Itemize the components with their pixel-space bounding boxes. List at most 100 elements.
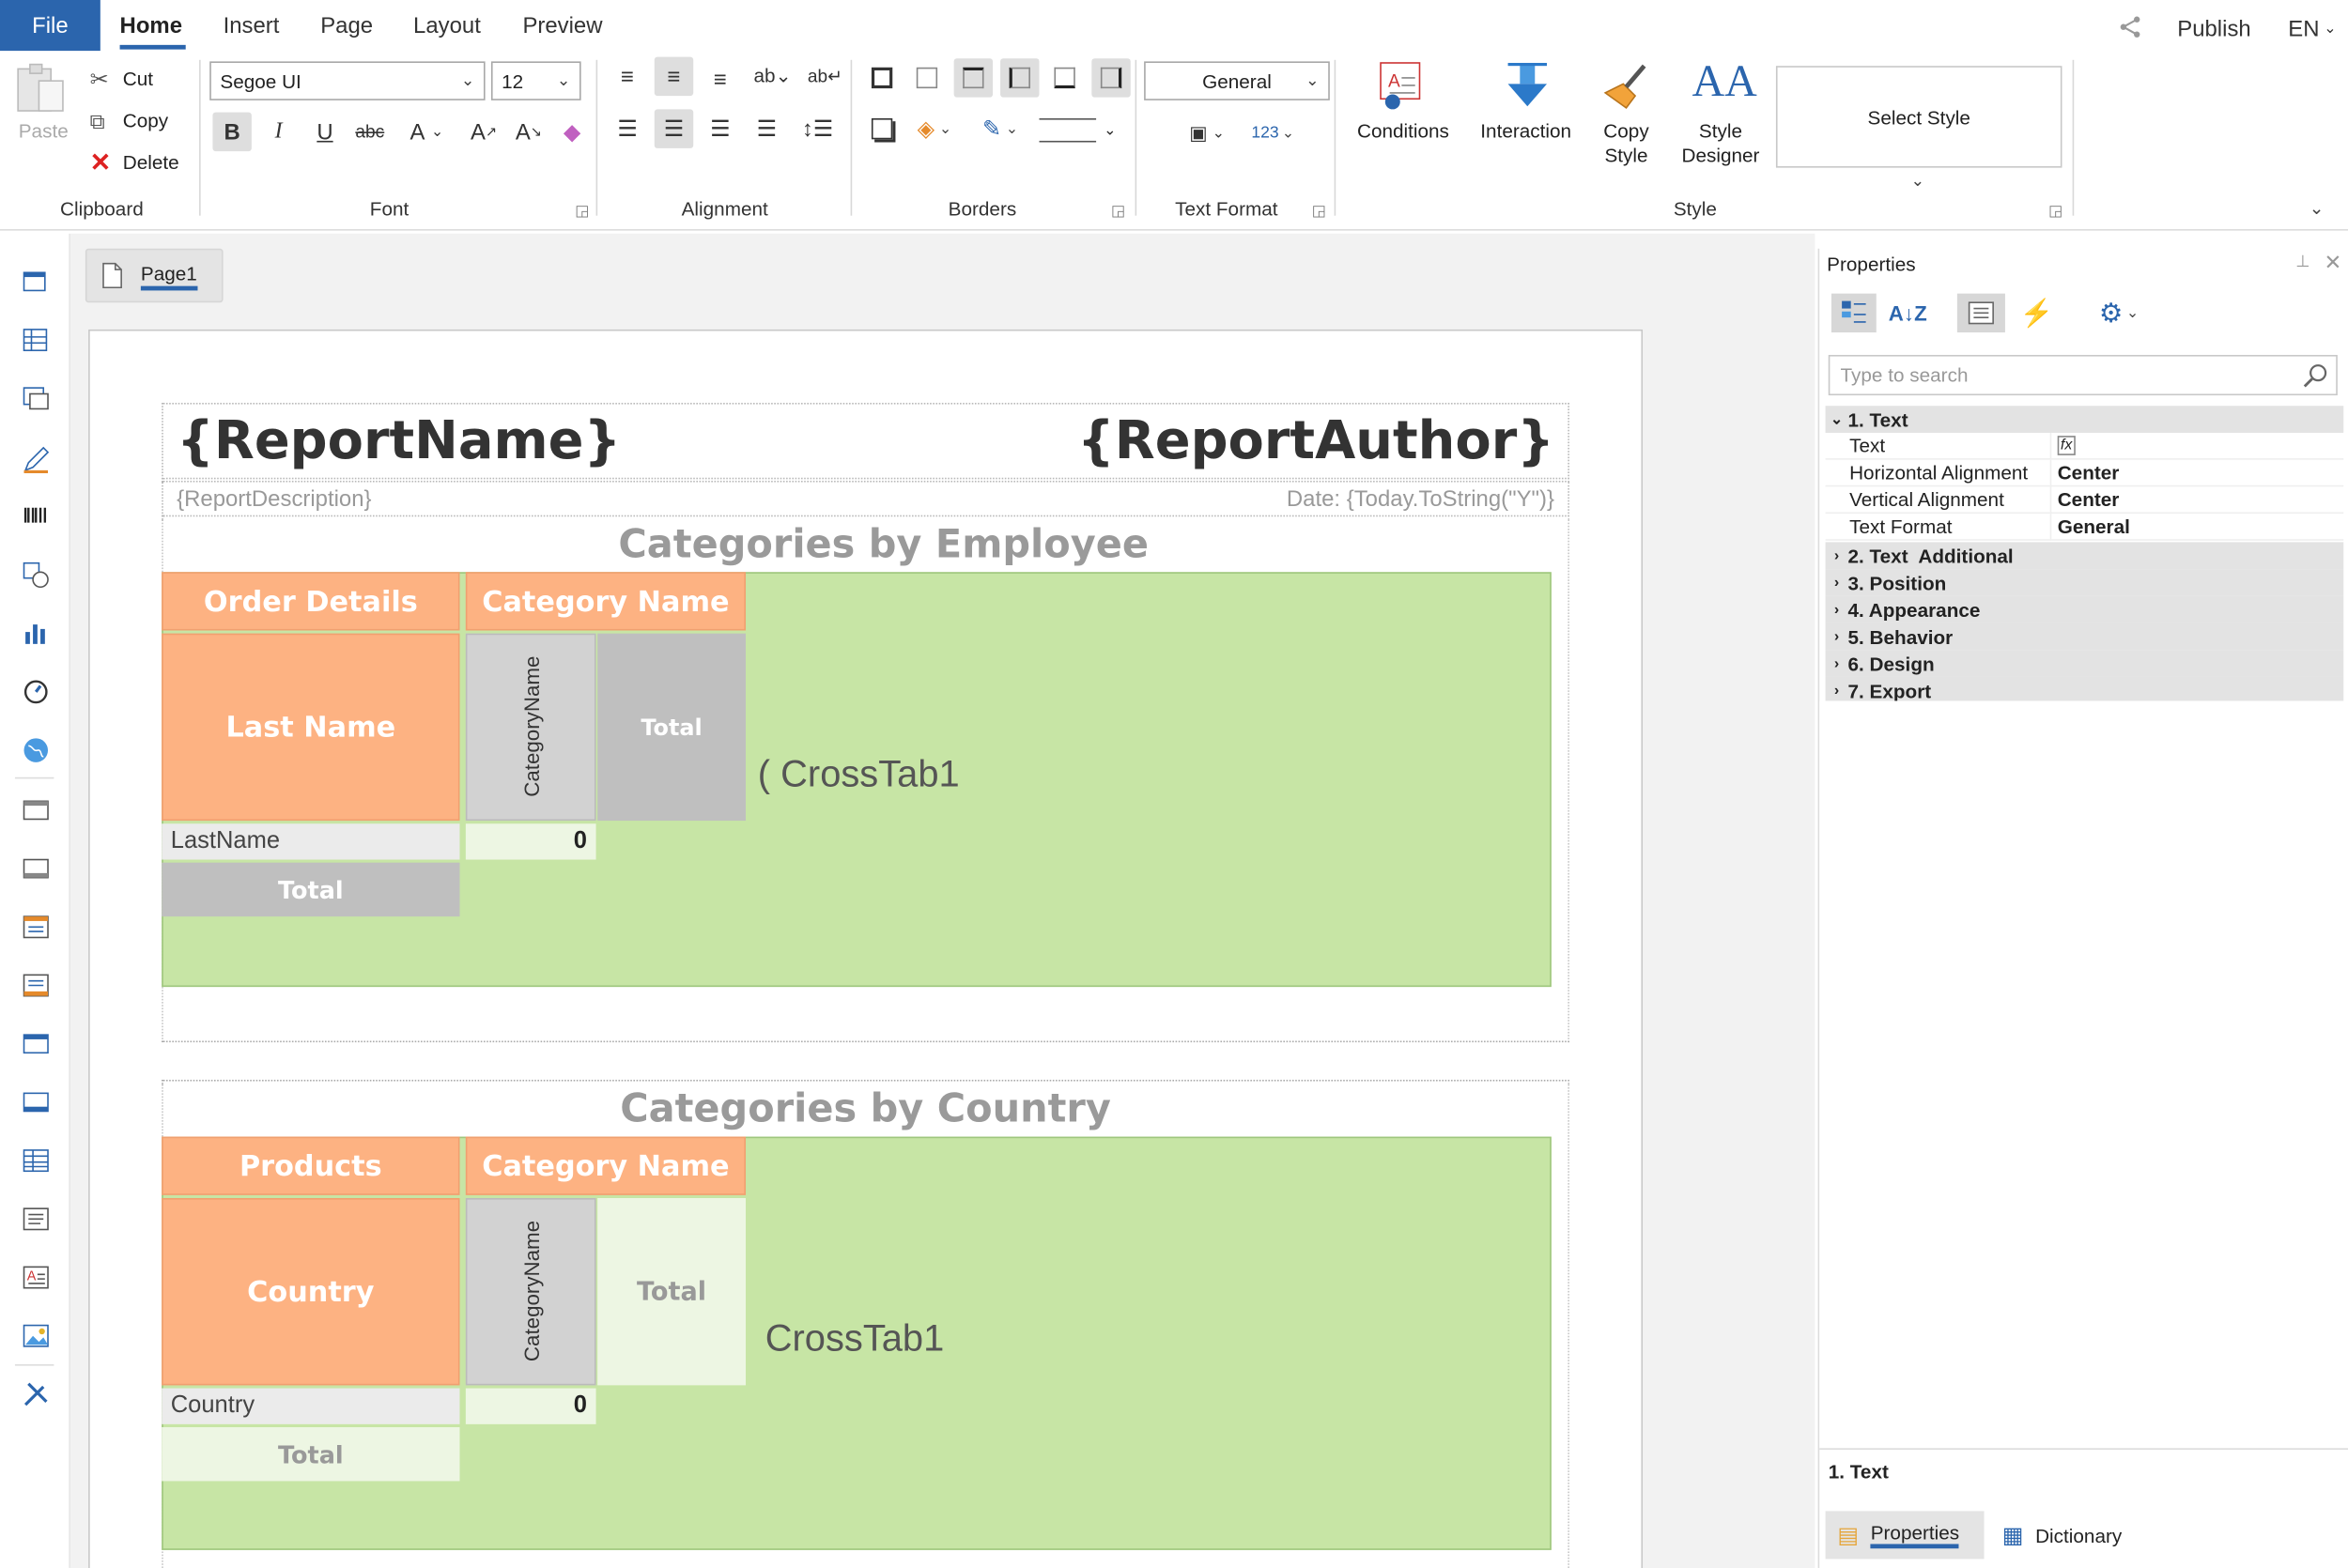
- font-family-select[interactable]: Segoe UI ⌄: [209, 61, 486, 100]
- crosstab-row-total[interactable]: Total: [162, 1427, 460, 1482]
- property-category-appearance[interactable]: › 4. Appearance: [1825, 595, 2344, 623]
- gear-icon[interactable]: ⚙ ⌄: [2089, 294, 2149, 332]
- align-middle-icon[interactable]: ≡: [654, 56, 694, 97]
- eraser-icon[interactable]: ◆: [552, 113, 591, 151]
- property-view-icon[interactable]: [1956, 293, 2005, 333]
- dialog-launcher-icon[interactable]: ◲: [1111, 204, 1125, 221]
- property-category-export[interactable]: › 7. Export: [1825, 676, 2344, 704]
- tab-properties[interactable]: ▤ Properties: [1825, 1511, 1985, 1560]
- tab-layout[interactable]: Layout: [413, 0, 481, 51]
- number-format-icon[interactable]: 123 ⌄: [1246, 114, 1300, 152]
- language-selector[interactable]: EN ⌄: [2288, 3, 2336, 54]
- align-justify-icon[interactable]: ☰: [748, 109, 786, 147]
- data-band-icon[interactable]: [18, 382, 54, 415]
- text-icon[interactable]: [18, 1203, 54, 1236]
- conditions-button[interactable]: A Conditions: [1348, 57, 1459, 168]
- property-value[interactable]: Center: [2049, 486, 2344, 515]
- publish-button[interactable]: Publish: [2177, 3, 2250, 54]
- categorized-view-icon[interactable]: [1831, 293, 1877, 333]
- chevron-down-icon[interactable]: ⌄: [1910, 171, 1924, 190]
- grow-font-button[interactable]: A ↗: [464, 113, 502, 151]
- crosstab-column-total[interactable]: Total: [597, 633, 747, 822]
- border-style-select[interactable]: ⌄: [1039, 114, 1123, 146]
- word-wrap-icon[interactable]: ab↵: [806, 57, 844, 96]
- delete-button[interactable]: ✕ Delete: [90, 148, 210, 178]
- dialog-launcher-icon[interactable]: ◲: [1312, 204, 1326, 221]
- paste-button[interactable]: Paste: [12, 120, 75, 145]
- crosstab-row-field[interactable]: Country: [162, 1388, 460, 1424]
- tab-page[interactable]: Page: [320, 0, 373, 51]
- crosstab-row-header[interactable]: Last Name: [162, 633, 460, 822]
- select-style-gallery[interactable]: Select Style: [1775, 66, 2062, 168]
- crosstab-header-right[interactable]: Category Name: [465, 1136, 747, 1195]
- copy-style-button[interactable]: Copy Style: [1590, 57, 1662, 168]
- copy-button[interactable]: ⧉ Copy: [90, 106, 210, 136]
- property-category-text-additional[interactable]: › 2. Text Additional: [1825, 542, 2344, 570]
- border-left-icon[interactable]: [1000, 58, 1040, 98]
- report-description-text[interactable]: {ReportDescription}: [177, 486, 371, 512]
- border-right-icon[interactable]: [1091, 58, 1131, 98]
- font-size-select[interactable]: 12 ⌄: [490, 61, 581, 100]
- crosstab-column-total[interactable]: Total: [597, 1198, 747, 1386]
- report-summary-icon[interactable]: [18, 969, 54, 1002]
- property-row-text-format[interactable]: Text Format General: [1825, 514, 2344, 541]
- page-footer-icon[interactable]: [18, 853, 54, 885]
- property-category-behavior[interactable]: › 5. Behavior: [1825, 623, 2344, 651]
- border-all-icon[interactable]: [862, 58, 901, 97]
- crosstab-row-header[interactable]: Country: [162, 1198, 460, 1386]
- section-title-country[interactable]: Categories by Country: [566, 1087, 1166, 1132]
- currency-format-icon[interactable]: ▣ ⌄: [1180, 114, 1233, 152]
- close-icon[interactable]: ✕: [2325, 250, 2342, 275]
- report-title-icon[interactable]: [18, 911, 54, 944]
- border-bottom-icon[interactable]: [1045, 58, 1084, 97]
- tab-file[interactable]: File: [0, 0, 100, 52]
- tab-home[interactable]: Home: [119, 0, 186, 51]
- pencil-icon[interactable]: [18, 443, 54, 476]
- align-top-icon[interactable]: ≡: [608, 57, 646, 96]
- page-header-icon[interactable]: [18, 793, 54, 826]
- report-description-band[interactable]: {ReportDescription} Date: {Today.ToStrin…: [162, 480, 1569, 517]
- property-row-text[interactable]: Text fx: [1825, 432, 2344, 460]
- property-category-text[interactable]: ⌄ 1. Text: [1825, 406, 2344, 433]
- crosstab-value-cell[interactable]: 0: [465, 1388, 596, 1424]
- share-icon[interactable]: [2117, 13, 2144, 40]
- italic-button[interactable]: I: [259, 113, 298, 151]
- tab-insert[interactable]: Insert: [224, 0, 280, 51]
- property-row-horizontal-alignment[interactable]: Horizontal Alignment Center: [1825, 459, 2344, 487]
- report-page[interactable]: {ReportName} {ReportAuthor} {ReportDescr…: [88, 329, 1644, 1568]
- dialog-launcher-icon[interactable]: ◲: [2048, 204, 2062, 221]
- bold-button[interactable]: B: [212, 112, 252, 152]
- report-title-band[interactable]: {ReportName} {ReportAuthor}: [162, 403, 1569, 480]
- property-category-design[interactable]: › 6. Design: [1825, 650, 2344, 677]
- crosstab-header-right[interactable]: Category Name: [465, 572, 747, 631]
- pin-icon[interactable]: ⊥: [2295, 252, 2309, 271]
- expression-fx-icon[interactable]: fx: [2057, 436, 2076, 455]
- header-band-icon[interactable]: [18, 1027, 54, 1060]
- sort-alpha-icon[interactable]: A↓Z: [1885, 294, 1930, 332]
- rich-text-icon[interactable]: A: [18, 1261, 54, 1294]
- align-left-icon[interactable]: ☰: [608, 109, 646, 147]
- property-value[interactable]: fx: [2049, 432, 2344, 460]
- border-none-icon[interactable]: [907, 58, 946, 97]
- table-icon[interactable]: [18, 1145, 54, 1177]
- font-color-button[interactable]: A ⌄: [401, 113, 452, 151]
- cut-button[interactable]: ✂ Cut: [90, 65, 210, 95]
- fill-color-icon[interactable]: ◈ ⌄: [907, 109, 961, 147]
- page-tab[interactable]: Page1: [85, 248, 224, 303]
- chart-icon[interactable]: [18, 617, 54, 650]
- dialog-launcher-icon[interactable]: ◲: [575, 204, 589, 221]
- crosstab-column-cell[interactable]: CategoryName: [465, 1198, 596, 1386]
- report-name-text[interactable]: {ReportName}: [177, 412, 621, 472]
- cross-band-icon[interactable]: [18, 324, 54, 357]
- section-title-employee[interactable]: Categories by Employee: [584, 523, 1183, 568]
- strikethrough-button[interactable]: abc: [350, 113, 389, 151]
- property-category-position[interactable]: › 3. Position: [1825, 569, 2344, 596]
- crosstab-header-left[interactable]: Order Details: [162, 572, 460, 631]
- report-date-text[interactable]: Date: {Today.ToString("Y")}: [1287, 486, 1554, 512]
- collapse-ribbon-icon[interactable]: ⌄: [2309, 198, 2325, 219]
- align-center-icon[interactable]: ☰: [654, 109, 694, 148]
- crosstab-row-total[interactable]: Total: [162, 862, 460, 917]
- property-row-vertical-alignment[interactable]: Vertical Alignment Center: [1825, 486, 2344, 515]
- band-icon[interactable]: [18, 265, 54, 298]
- footer-band-icon[interactable]: [18, 1085, 54, 1118]
